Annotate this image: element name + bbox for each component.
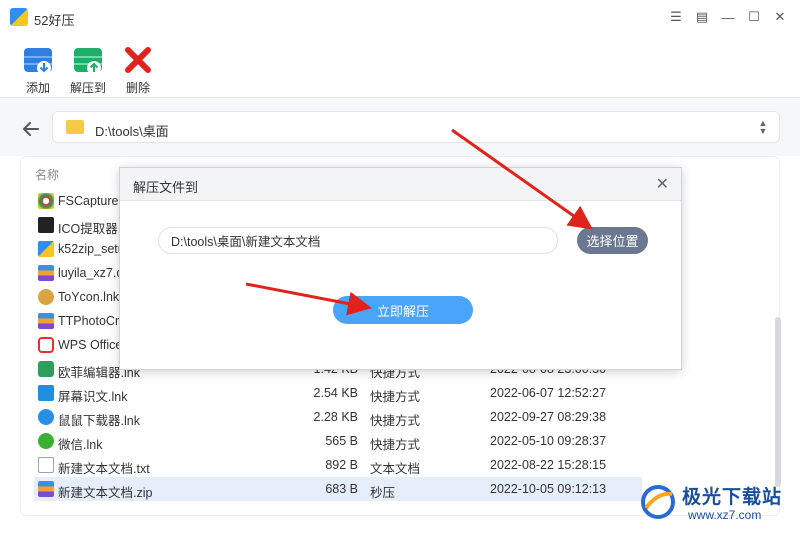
- list-item[interactable]: 鼠鼠下载器.lnk 2.28 KB 快捷方式 2022-09-27 08:29:…: [34, 405, 642, 429]
- watermark: 极光下载站 www.xz7.com: [640, 478, 796, 528]
- extract-to-button[interactable]: 解压到: [66, 46, 110, 96]
- maximize-icon[interactable]: ☐: [744, 6, 764, 28]
- extract-path-field[interactable]: [158, 227, 558, 254]
- path-area: D:\tools\桌面 ▲ ▼: [0, 98, 800, 156]
- file-name: ToYcon.lnk: [58, 290, 120, 304]
- watermark-url: www.xz7.com: [688, 508, 762, 522]
- list-icon[interactable]: ☰: [666, 6, 686, 28]
- list-item-selected[interactable]: 新建文本文档.zip 683 B 秒压 2022-10-05 09:12:13: [34, 477, 642, 501]
- current-path: D:\tools\桌面: [95, 124, 169, 139]
- list-item[interactable]: 微信.lnk 565 B 快捷方式 2022-05-10 09:28:37: [34, 429, 642, 453]
- delete-button[interactable]: 删除: [116, 46, 160, 96]
- minimize-icon[interactable]: —: [718, 6, 738, 28]
- app-title: 52好压: [34, 13, 75, 28]
- text-file-icon: [38, 457, 54, 473]
- archive-icon: [38, 265, 54, 281]
- extract-to-label: 解压到: [69, 81, 106, 95]
- file-size: 683 B: [325, 482, 358, 496]
- file-name: ICO提取器.l: [58, 222, 124, 236]
- list-item[interactable]: 屏幕识文.lnk 2.54 KB 快捷方式 2022-06-07 12:52:2…: [34, 381, 642, 405]
- choose-location-button[interactable]: 选择位置: [577, 227, 648, 254]
- file-type: 快捷方式: [370, 438, 421, 452]
- file-name: TTPhotoCro: [58, 314, 127, 328]
- file-date: 2022-10-05 09:12:13: [490, 482, 607, 496]
- archive-icon: [38, 481, 54, 497]
- file-name: 屏幕识文.lnk: [58, 390, 128, 404]
- watermark-logo-icon: [641, 485, 675, 519]
- add-button[interactable]: 添加: [16, 46, 60, 96]
- wechat-icon: [38, 433, 54, 449]
- k52zip-icon: [38, 241, 54, 257]
- delete-label: 删除: [125, 81, 150, 95]
- file-name: 新建文本文档.txt: [58, 462, 150, 476]
- file-size: 892 B: [325, 458, 358, 472]
- back-arrow-icon[interactable]: [20, 118, 42, 140]
- editor-icon: [38, 361, 54, 377]
- list-item[interactable]: 新建文本文档.txt 892 B 文本文档 2022-08-22 15:28:1…: [34, 453, 642, 477]
- vertical-scrollbar[interactable]: [775, 317, 781, 487]
- window-controls: ☰ ▤ — ☐ ✕: [666, 6, 790, 28]
- file-type: 文本文档: [370, 462, 421, 476]
- file-name: WPS Office: [58, 338, 123, 352]
- message-icon[interactable]: ▤: [692, 6, 712, 28]
- toycon-icon: [38, 289, 54, 305]
- file-name: luyila_xz7.c: [58, 266, 123, 280]
- extract-icon: [74, 48, 102, 75]
- add-archive-icon: [24, 48, 52, 75]
- file-size: 2.54 KB: [313, 386, 358, 400]
- fscapture-icon: [38, 193, 54, 209]
- file-date: 2022-05-10 09:28:37: [490, 434, 607, 448]
- path-input[interactable]: D:\tools\桌面 ▲ ▼: [52, 111, 780, 143]
- file-type: 快捷方式: [370, 390, 421, 404]
- file-date: 2022-06-07 12:52:27: [490, 386, 607, 400]
- folder-icon: [66, 120, 84, 134]
- sort-toggle-icon[interactable]: ▲ ▼: [757, 119, 769, 137]
- extract-now-button[interactable]: 立即解压: [333, 296, 473, 324]
- wps-icon: [38, 337, 54, 353]
- dialog-header: 解压文件到 ✕: [120, 168, 681, 201]
- file-name: k52zip_setu: [58, 242, 125, 256]
- add-label: 添加: [25, 81, 50, 95]
- ico-extractor-icon: [38, 217, 54, 233]
- watermark-title: 极光下载站: [682, 487, 783, 508]
- close-icon[interactable]: ✕: [770, 6, 790, 28]
- dialog-title: 解压文件到: [133, 180, 199, 195]
- archive-icon: [38, 313, 54, 329]
- file-date: 2022-09-27 08:29:38: [490, 410, 607, 424]
- file-date: 2022-08-22 15:28:15: [490, 458, 607, 472]
- file-size: 2.28 KB: [313, 410, 358, 424]
- file-type: 秒压: [370, 486, 396, 500]
- title-bar: 52好压 ☰ ▤ — ☐ ✕: [0, 0, 800, 36]
- file-name: 微信.lnk: [58, 438, 103, 452]
- app-logo-icon: [10, 8, 28, 26]
- extract-dialog: 解压文件到 ✕ 选择位置 立即解压: [119, 167, 682, 370]
- column-header-name[interactable]: 名称: [35, 166, 59, 183]
- toolbar: 添加 解压到 删除: [0, 36, 800, 98]
- downloader-icon: [38, 409, 54, 425]
- file-name: 鼠鼠下载器.lnk: [58, 414, 140, 428]
- dialog-close-icon[interactable]: ✕: [656, 174, 669, 194]
- delete-icon: [125, 47, 151, 73]
- file-type: 快捷方式: [370, 414, 421, 428]
- file-size: 565 B: [325, 434, 358, 448]
- text-recognition-icon: [38, 385, 54, 401]
- file-name: 新建文本文档.zip: [58, 486, 153, 500]
